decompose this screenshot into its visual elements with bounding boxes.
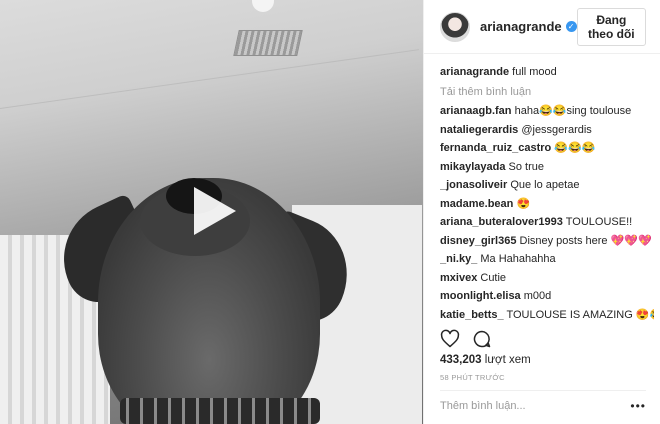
- following-button[interactable]: Đang theo dõi: [576, 7, 646, 46]
- comment-text: So true: [508, 160, 544, 173]
- comment-row: moonlight.elisa m00d: [440, 287, 654, 306]
- comment-username[interactable]: disney_girl365: [440, 235, 516, 247]
- comment-username[interactable]: _jonasoliveir: [440, 179, 507, 191]
- dog-collar: [120, 398, 320, 424]
- comment-text: TOULOUSE!!: [565, 216, 633, 228]
- caption-username[interactable]: arianagrande: [440, 66, 509, 78]
- comment-row: katie_betts_ TOULOUSE IS AMAZING 😍😂: [440, 306, 654, 322]
- header-username[interactable]: arianagrande: [480, 19, 562, 34]
- comment-username[interactable]: moonlight.elisa: [440, 290, 521, 302]
- comment-row: mxivex Cutie: [440, 269, 654, 288]
- comment-username[interactable]: mikaylayada: [440, 161, 505, 173]
- comment-username[interactable]: katie_betts_: [440, 309, 504, 321]
- comment-text: 😍: [516, 197, 531, 210]
- comment-text: Disney posts here 💖💖💖: [519, 234, 652, 247]
- comment-text: Que lo apetae: [510, 179, 580, 191]
- comment-text: Cutie: [480, 271, 507, 284]
- verified-check-icon: ✓: [565, 21, 577, 32]
- comment-row: disney_girl365 Disney posts here 💖💖💖: [440, 232, 654, 251]
- comment-username[interactable]: madame.bean: [440, 198, 513, 210]
- add-comment-bar: •••: [440, 390, 646, 420]
- comment-row: _ni.ky_ Ma Hahahahha: [440, 250, 654, 269]
- add-comment-input[interactable]: [440, 399, 631, 412]
- comment-username[interactable]: arianaagb.fan: [440, 105, 512, 117]
- comment-username[interactable]: ariana_buteralover1993: [440, 216, 563, 228]
- ceiling-light: [252, 0, 274, 12]
- post-video[interactable]: [0, 0, 423, 424]
- comment-username[interactable]: _ni.ky_: [440, 253, 477, 265]
- comment-text[interactable]: @jessgerardis: [521, 124, 591, 136]
- view-count-number: 433,203: [440, 354, 482, 366]
- avatar[interactable]: [440, 11, 470, 42]
- comment-row: arianaagb.fan haha😂😂sing toulouse: [440, 102, 654, 121]
- comment-row: nataliegerardis @jessgerardis: [440, 121, 654, 140]
- comment-text: TOULOUSE IS AMAZING 😍😂: [506, 308, 654, 321]
- post-actions: [440, 329, 492, 349]
- comment-username[interactable]: fernanda_ruiz_castro: [440, 142, 551, 154]
- post-header: arianagrande ✓ Đang theo dõi: [424, 0, 660, 54]
- caption-text: full mood: [512, 66, 557, 78]
- comment-row: ariana_buteralover1993 TOULOUSE!!: [440, 213, 654, 232]
- post-side-panel: arianagrande ✓ Đang theo dõi arianagrand…: [423, 0, 660, 424]
- comment-row: mikaylayada So true: [440, 158, 654, 177]
- comments-list[interactable]: arianagrande full mood Tải thêm bình luậ…: [440, 63, 654, 321]
- comment-bubble-icon[interactable]: [472, 329, 492, 349]
- comment-username[interactable]: mxivex: [440, 272, 477, 284]
- more-options-icon[interactable]: •••: [630, 399, 646, 413]
- ceiling-vent: [233, 30, 303, 56]
- caption: arianagrande full mood: [440, 63, 654, 82]
- comment-text: haha😂😂sing toulouse: [514, 105, 632, 117]
- load-more-comments-link[interactable]: Tải thêm bình luận: [440, 83, 654, 102]
- heart-icon[interactable]: [440, 329, 460, 349]
- comment-row: fernanda_ruiz_castro 😂😂😂: [440, 139, 654, 158]
- comment-row: madame.bean 😍: [440, 195, 654, 214]
- view-count: 433,203 lượt xem: [440, 354, 531, 366]
- comment-text: Ma Hahahahha: [480, 253, 556, 265]
- comment-text: 😂😂😂: [554, 142, 596, 154]
- comment-row: _jonasoliveir Que lo apetae: [440, 176, 654, 195]
- play-icon[interactable]: [190, 184, 238, 238]
- ceiling-edge: [0, 49, 419, 109]
- post-timestamp: 58 PHÚT TRƯỚC: [440, 373, 505, 382]
- view-count-label: lượt xem: [484, 354, 531, 366]
- comment-username[interactable]: nataliegerardis: [440, 124, 518, 136]
- comment-text: m00d: [523, 290, 552, 302]
